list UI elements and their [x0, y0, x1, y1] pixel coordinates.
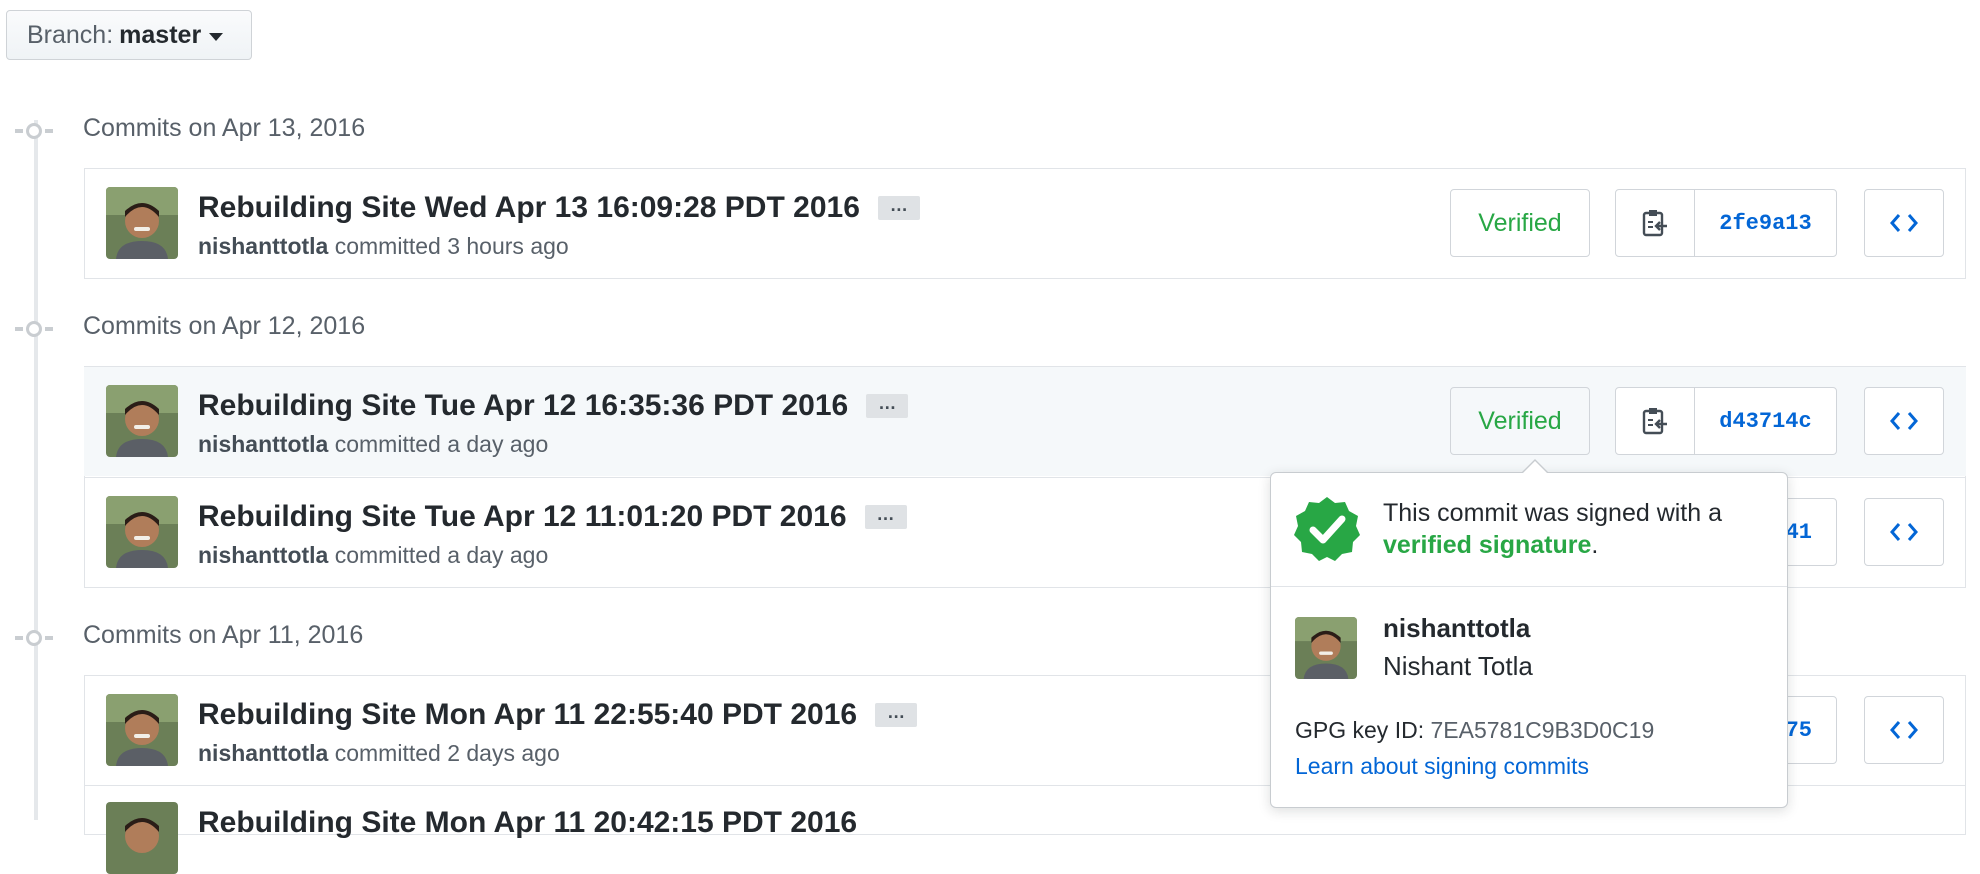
- sha-button-group: d43714c: [1615, 387, 1837, 455]
- expand-ellipsis-button[interactable]: …: [866, 394, 909, 418]
- copy-sha-button[interactable]: [1616, 190, 1695, 256]
- commit-author-link[interactable]: nishanttotla: [198, 431, 328, 457]
- code-icon: [1890, 412, 1918, 430]
- code-icon: [1890, 523, 1918, 541]
- verified-signature-text: verified signature: [1383, 531, 1592, 559]
- commit-meta: nishanttotla committed 3 hours ago: [198, 233, 569, 260]
- browse-repo-button[interactable]: [1864, 498, 1944, 566]
- browse-repo-button[interactable]: [1864, 387, 1944, 455]
- sha-button-group: 2fe9a13: [1615, 189, 1837, 257]
- browse-repo-button[interactable]: [1864, 696, 1944, 764]
- verified-badge-icon: [1294, 497, 1360, 561]
- commit-message-link[interactable]: Rebuilding Site Mon Apr 11 20:42:15 PDT …: [198, 806, 857, 840]
- branch-select-button[interactable]: Branch: master: [6, 10, 252, 60]
- commit-meta: nishanttotla committed a day ago: [198, 431, 548, 458]
- commit-title: Rebuilding Site Tue Apr 12 11:01:20 PDT …: [198, 500, 907, 534]
- commit-author-link[interactable]: nishanttotla: [198, 233, 328, 259]
- code-icon: [1890, 214, 1918, 232]
- branch-label: Branch:: [27, 20, 114, 49]
- avatar[interactable]: [106, 694, 178, 766]
- commit-meta: nishanttotla committed a day ago: [198, 542, 548, 569]
- caret-down-icon: [209, 32, 224, 41]
- branch-name: master: [119, 20, 202, 49]
- avatar[interactable]: [106, 802, 178, 874]
- verified-badge-button[interactable]: Verified: [1450, 189, 1590, 257]
- commit-row: Rebuilding Site Wed Apr 13 16:09:28 PDT …: [84, 169, 1966, 278]
- browse-repo-button[interactable]: [1864, 189, 1944, 257]
- commit-group-dot-icon: [15, 123, 53, 139]
- expand-ellipsis-button[interactable]: …: [864, 505, 907, 529]
- avatar[interactable]: [106, 187, 178, 259]
- timeline-line: [34, 120, 38, 820]
- expand-ellipsis-button[interactable]: …: [875, 703, 918, 727]
- commit-message-link[interactable]: Rebuilding Site Wed Apr 13 16:09:28 PDT …: [198, 191, 860, 225]
- popover-message-text: This commit was signed with a: [1383, 499, 1723, 527]
- commit-title: Rebuilding Site Wed Apr 13 16:09:28 PDT …: [198, 191, 920, 225]
- commit-group-title: Commits on Apr 12, 2016: [83, 312, 366, 340]
- commit-time: committed a day ago: [334, 431, 549, 457]
- commit-author-link[interactable]: nishanttotla: [198, 740, 328, 766]
- commit-group-dot-icon: [15, 630, 53, 646]
- commit-row: Rebuilding Site Tue Apr 12 16:35:36 PDT …: [84, 367, 1966, 476]
- commit-sha-link[interactable]: d43714c: [1695, 409, 1836, 434]
- commit-author-link[interactable]: nishanttotla: [198, 542, 328, 568]
- gpg-key-value: 7EA5781C9B3D0C19: [1430, 717, 1655, 743]
- popover-message: This commit was signed with a verified s…: [1383, 497, 1773, 561]
- learn-signing-link[interactable]: Learn about signing commits: [1295, 753, 1589, 780]
- signature-popover: This commit was signed with a verified s…: [1270, 459, 1788, 808]
- code-icon: [1890, 721, 1918, 739]
- commit-time: committed 2 days ago: [334, 740, 560, 766]
- clipboard-icon: [1642, 408, 1667, 435]
- commit-time: committed a day ago: [334, 542, 549, 568]
- commit-message-link[interactable]: Rebuilding Site Mon Apr 11 22:55:40 PDT …: [198, 698, 857, 732]
- commit-meta: nishanttotla committed 2 days ago: [198, 740, 560, 767]
- commit-group-dot-icon: [15, 321, 53, 337]
- signer-fullname: Nishant Totla: [1383, 651, 1533, 681]
- expand-ellipsis-button[interactable]: …: [877, 196, 920, 220]
- signer-username: nishanttotla: [1383, 613, 1531, 643]
- commit-message-link[interactable]: Rebuilding Site Tue Apr 12 16:35:36 PDT …: [198, 389, 848, 423]
- commit-time: committed 3 hours ago: [334, 233, 569, 259]
- copy-sha-button[interactable]: [1616, 388, 1695, 454]
- commit-sha-link[interactable]: 2fe9a13: [1695, 211, 1836, 236]
- avatar[interactable]: [106, 385, 178, 457]
- gpg-key-id: GPG key ID: 7EA5781C9B3D0C19: [1295, 717, 1654, 744]
- commit-message-link[interactable]: Rebuilding Site Tue Apr 12 11:01:20 PDT …: [198, 500, 847, 534]
- avatar[interactable]: [106, 496, 178, 568]
- popover-header: This commit was signed with a verified s…: [1271, 473, 1787, 587]
- verified-badge-button[interactable]: Verified: [1450, 387, 1590, 455]
- clipboard-icon: [1642, 210, 1667, 237]
- popover-period: .: [1591, 531, 1599, 559]
- commit-group-title: Commits on Apr 13, 2016: [83, 114, 366, 142]
- commit-title: Rebuilding Site Tue Apr 12 16:35:36 PDT …: [198, 389, 909, 423]
- avatar[interactable]: [1295, 617, 1357, 679]
- gpg-key-label: GPG key ID:: [1295, 717, 1425, 743]
- commit-title: Rebuilding Site Mon Apr 11 22:55:40 PDT …: [198, 698, 918, 732]
- commit-group-title: Commits on Apr 11, 2016: [83, 621, 364, 649]
